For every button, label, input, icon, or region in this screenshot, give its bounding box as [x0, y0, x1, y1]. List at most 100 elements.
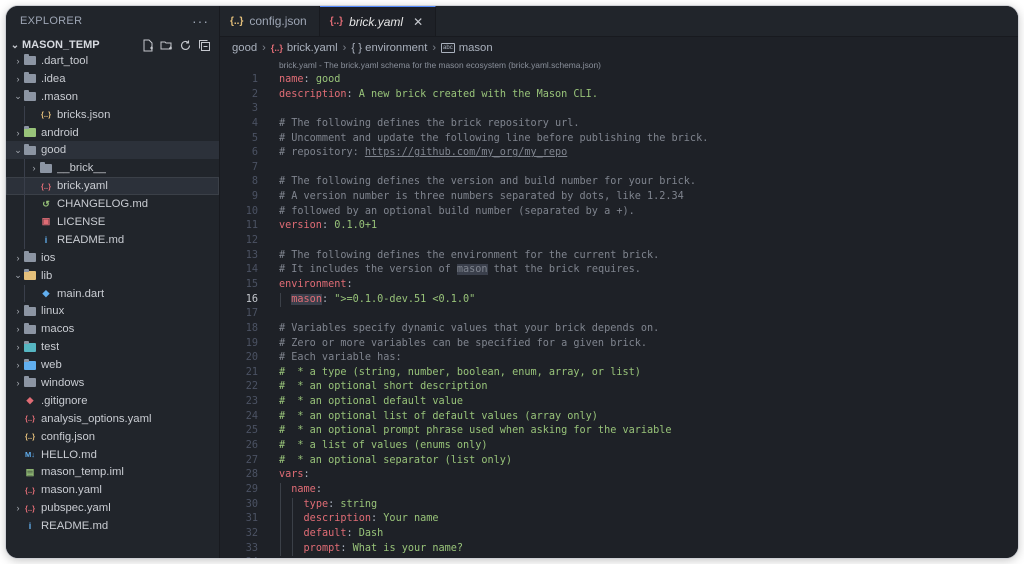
tree-item[interactable]: {..} config.json: [6, 428, 219, 446]
tree-item[interactable]: {..} bricks.json: [6, 105, 219, 124]
folder-shape: [24, 90, 36, 102]
code-line[interactable]: 11 version: 0.1.0+1: [220, 219, 1018, 234]
breadcrumb-item[interactable]: good: [232, 42, 257, 54]
code-line[interactable]: 27 # * an optional separator (list only): [220, 454, 1018, 469]
new-file-icon[interactable]: [141, 39, 154, 52]
code-line[interactable]: 28 vars:: [220, 468, 1018, 483]
code-text: # followed by an optional build number (…: [279, 205, 635, 220]
tree-item[interactable]: ⌄ good: [6, 141, 219, 160]
code-line[interactable]: 25 # * an optional prompt phrase used whe…: [220, 424, 1018, 439]
breadcrumb-item[interactable]: brick.yaml: [287, 42, 338, 54]
schema-hint[interactable]: brick.yaml - The brick.yaml schema for t…: [220, 58, 1018, 73]
code-line[interactable]: 23 # * an optional default value: [220, 395, 1018, 410]
code-line[interactable]: 20 # Each variable has:: [220, 351, 1018, 366]
code-text: # * an optional prompt phrase used when …: [279, 424, 672, 439]
tree-item[interactable]: M↓ HELLO.md: [6, 446, 219, 464]
tree-item[interactable]: ◆ .gitignore: [6, 392, 219, 410]
code-line[interactable]: 10 # followed by an optional build number…: [220, 205, 1018, 220]
code-line[interactable]: 7: [220, 161, 1018, 176]
tree-item[interactable]: › .dart_tool: [6, 52, 219, 70]
tree-item[interactable]: {..} analysis_options.yaml: [6, 410, 219, 428]
code-line[interactable]: 12: [220, 234, 1018, 249]
tree-item[interactable]: › test: [6, 338, 219, 356]
code-line[interactable]: 6 # repository: https://github.com/my_org…: [220, 146, 1018, 161]
tree-item[interactable]: i README.md: [6, 517, 219, 535]
code-line[interactable]: 15 environment:: [220, 278, 1018, 293]
code-token: # * an optional default value: [279, 396, 464, 408]
tree-item[interactable]: {..} mason.yaml: [6, 481, 219, 499]
tree-item[interactable]: › web: [6, 356, 219, 374]
breadcrumb-item[interactable]: { } environment: [351, 42, 427, 54]
code-line[interactable]: 5 # Uncomment and update the following li…: [220, 132, 1018, 147]
tree-item[interactable]: › macos: [6, 320, 219, 338]
tab-brick-yaml[interactable]: {..} brick.yaml ✕: [319, 6, 437, 36]
chevron-right-icon: ›: [16, 503, 20, 514]
folder-icon: [24, 90, 36, 103]
code-text: version: 0.1.0+1: [279, 219, 377, 234]
code-line[interactable]: 3: [220, 102, 1018, 117]
code-line[interactable]: 32 default: Dash: [220, 527, 1018, 542]
tree-item[interactable]: ▣ LICENSE: [6, 213, 219, 231]
code-token: # Uncomment and update the following lin…: [279, 132, 709, 144]
code-line[interactable]: 16 mason: ">=0.1.0-dev.51 <0.1.0": [220, 293, 1018, 308]
code-line[interactable]: 13 # The following defines the environmen…: [220, 249, 1018, 264]
new-folder-icon[interactable]: [160, 39, 173, 52]
tree-item[interactable]: ◆ main.dart: [6, 284, 219, 303]
tree-item[interactable]: ⌄ .mason: [6, 88, 219, 106]
yaml-icon: {..}: [329, 16, 344, 27]
tree-item[interactable]: › windows: [6, 374, 219, 392]
code-text: # * an optional default value: [279, 395, 463, 410]
tree-item[interactable]: {..} brick.yaml: [6, 177, 219, 196]
code-line[interactable]: 21 # * a type (string, number, boolean, e…: [220, 366, 1018, 381]
code-line[interactable]: 4 # The following defines the brick repos…: [220, 117, 1018, 132]
code-line[interactable]: 17: [220, 307, 1018, 322]
code-line[interactable]: 30 type: string: [220, 498, 1018, 513]
close-icon[interactable]: ✕: [413, 15, 423, 29]
code-line[interactable]: 24 # * an optional list of default values…: [220, 410, 1018, 425]
code-token: description: [279, 88, 347, 100]
json-icon: {..}: [230, 15, 244, 27]
tree-item[interactable]: i README.md: [6, 230, 219, 249]
tab-config-json[interactable]: {..} config.json: [220, 6, 320, 36]
code-line[interactable]: 22 # * an optional short description: [220, 380, 1018, 395]
line-number: 24: [245, 410, 258, 422]
tree-item[interactable]: › android: [6, 124, 219, 142]
tree-item[interactable]: ⌄ lib: [6, 267, 219, 285]
indent-guide: [292, 497, 294, 557]
collapse-all-icon[interactable]: [198, 39, 211, 52]
chevron-right-icon: ›: [16, 377, 20, 388]
code-line[interactable]: 1 name: good: [220, 73, 1018, 88]
more-actions-icon[interactable]: ···: [192, 13, 209, 29]
code-line[interactable]: 29 name:: [220, 483, 1018, 498]
tree-item[interactable]: › .idea: [6, 70, 219, 88]
code-editor[interactable]: brick.yaml - The brick.yaml schema for t…: [220, 58, 1018, 558]
line-number: 10: [245, 205, 258, 217]
code-line[interactable]: 26 # * a list of values (enums only): [220, 439, 1018, 454]
tree-item[interactable]: ↺ CHANGELOG.md: [6, 195, 219, 214]
code-line[interactable]: 18 # Variables specify dynamic values tha…: [220, 322, 1018, 337]
code-text: description: A new brick created with th…: [279, 88, 598, 103]
code-line[interactable]: 33 prompt: What is your name?: [220, 542, 1018, 557]
code-line[interactable]: 14 # It includes the version of mason tha…: [220, 263, 1018, 278]
code-line[interactable]: 34: [220, 556, 1018, 558]
string-symbol-icon: abc: [441, 43, 455, 53]
code-token: # * an optional prompt phrase used when …: [279, 425, 672, 437]
tree-item[interactable]: ▤ mason_temp.iml: [6, 463, 219, 481]
refresh-icon[interactable]: [179, 39, 192, 52]
breadcrumb-item[interactable]: mason: [459, 42, 493, 54]
code-line[interactable]: 19 # Zero or more variables can be specif…: [220, 337, 1018, 352]
code-line[interactable]: 8 # The following defines the version and…: [220, 175, 1018, 190]
code-token: :: [321, 293, 335, 305]
tree-item[interactable]: › ios: [6, 249, 219, 267]
code-token: # The following defines the version and …: [279, 176, 697, 188]
code-line[interactable]: 31 description: Your name: [220, 512, 1018, 527]
tree-item[interactable]: › __brick__: [6, 159, 219, 178]
code-line[interactable]: 2 description: A new brick created with t…: [220, 88, 1018, 103]
code-token: # It includes the version of: [279, 264, 457, 276]
code-line[interactable]: 9 # A version number is three numbers sep…: [220, 190, 1018, 205]
code-token: # A version number is three numbers sepa…: [279, 191, 684, 203]
tree-item[interactable]: › linux: [6, 302, 219, 320]
tree-item[interactable]: › {..} pubspec.yaml: [6, 499, 219, 517]
line-number: 11: [245, 220, 258, 232]
